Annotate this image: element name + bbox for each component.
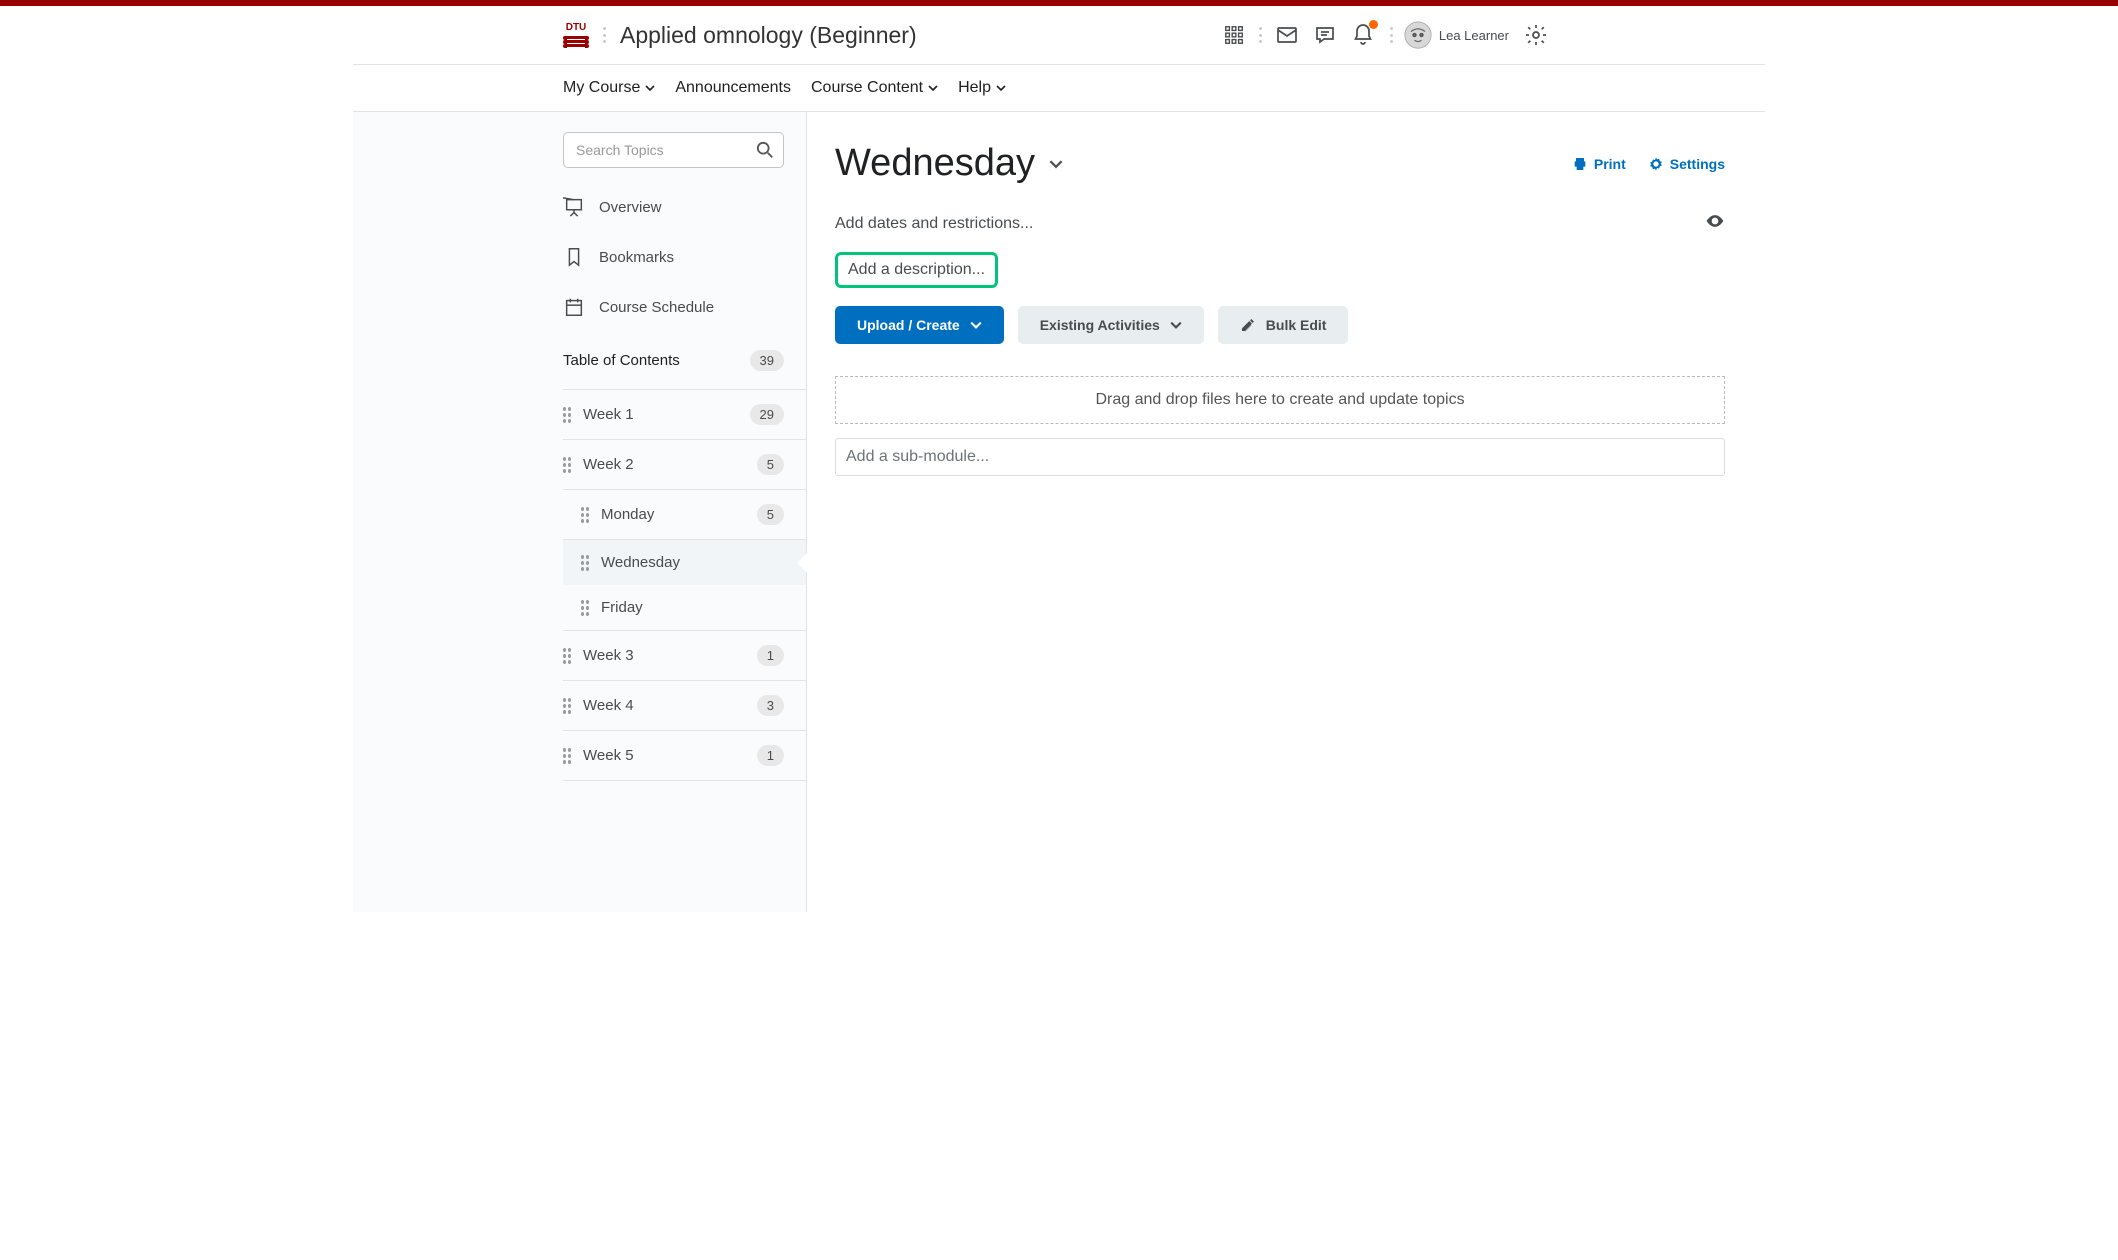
module-item[interactable]: Monday5 [563,490,806,540]
avatar-icon[interactable] [1401,16,1435,54]
bell-icon[interactable] [1344,16,1382,54]
drag-handle-icon[interactable] [581,507,589,523]
chevron-down-icon [645,83,655,93]
toc-header[interactable]: Table of Contents 39 [563,332,806,390]
drop-zone[interactable]: Drag and drop files here to create and u… [835,376,1725,424]
print-icon [1572,156,1588,172]
nav-announcements[interactable]: Announcements [675,79,791,97]
content-area: Wednesday Print Settings Add dates and r… [807,112,1765,912]
drag-handle-icon[interactable] [563,407,571,423]
chat-icon[interactable] [1306,16,1344,54]
gear-icon[interactable] [1517,16,1555,54]
module-item[interactable]: Wednesday [563,540,806,585]
bulk-edit-button[interactable]: Bulk Edit [1218,306,1349,344]
content-sidebar: Overview Bookmarks Course Schedule Table… [353,112,807,912]
settings-button[interactable]: Settings [1648,156,1725,172]
module-label: Week 2 [583,456,757,473]
drag-handle-icon[interactable] [563,457,571,473]
sidebar-label: Course Schedule [599,299,714,316]
calendar-icon [563,296,585,318]
nav-help[interactable]: Help [958,79,1006,97]
drag-handle-icon[interactable] [563,748,571,764]
chevron-down-icon[interactable] [1049,157,1063,171]
module-label: Wednesday [601,554,784,571]
mail-icon[interactable] [1268,16,1306,54]
button-label: Upload / Create [857,317,960,333]
print-label: Print [1594,156,1626,172]
presentation-icon [563,196,585,218]
nav-label: Course Content [811,79,923,97]
module-item[interactable]: Week 51 [563,731,806,781]
module-item[interactable]: Week 129 [563,390,806,440]
count-badge: 1 [757,745,784,766]
nav-label: My Course [563,79,640,97]
existing-activities-button[interactable]: Existing Activities [1018,306,1204,344]
module-label: Week 4 [583,697,757,714]
sidebar-bookmarks[interactable]: Bookmarks [563,232,806,282]
toc-title: Table of Contents [563,352,680,369]
sidebar-label: Bookmarks [599,249,674,266]
nav-label: Help [958,79,991,97]
module-label: Friday [601,599,784,616]
add-description-button[interactable]: Add a description... [835,252,998,288]
dtu-logo[interactable]: DTU [563,17,589,53]
count-badge: 39 [750,350,784,371]
pencil-icon [1240,317,1256,333]
submodule-input[interactable] [835,438,1725,476]
drag-handle-icon[interactable] [581,555,589,571]
module-label: Week 3 [583,647,757,664]
button-label: Bulk Edit [1266,317,1327,333]
notification-dot-icon [1369,20,1378,29]
chevron-down-icon [970,319,982,331]
module-label: Week 1 [583,406,750,423]
nav-my-course[interactable]: My Course [563,79,655,97]
drag-handle-icon[interactable] [563,698,571,714]
page-title[interactable]: Wednesday [835,142,1035,185]
chevron-down-icon [928,83,938,93]
logo-text: DTU [566,22,587,33]
button-label: Existing Activities [1040,317,1160,333]
module-item[interactable]: Week 31 [563,631,806,681]
nav-label: Announcements [675,79,791,97]
chevron-down-icon [1170,319,1182,331]
module-item[interactable]: Week 43 [563,681,806,731]
global-header: DTU Applied omnology (Beginner) Lea Lear… [353,6,1765,65]
vertical-dots-icon [1259,27,1262,43]
upload-create-button[interactable]: Upload / Create [835,306,1004,344]
module-item[interactable]: Friday [563,585,806,631]
nav-course-content[interactable]: Course Content [811,79,938,97]
vertical-dots-icon [1390,27,1393,43]
course-nav: My Course Announcements Course Content H… [353,65,1765,112]
settings-label: Settings [1670,156,1725,172]
eye-icon[interactable] [1705,211,1725,236]
module-label: Week 5 [583,747,757,764]
print-button[interactable]: Print [1572,156,1626,172]
sidebar-overview[interactable]: Overview [563,182,806,232]
bookmark-icon [563,246,585,268]
module-item[interactable]: Week 25 [563,440,806,490]
count-badge: 1 [757,645,784,666]
vertical-dots-icon [603,27,606,43]
module-label: Monday [601,506,757,523]
chevron-down-icon [996,83,1006,93]
count-badge: 5 [757,454,784,475]
search-icon[interactable] [756,141,774,164]
add-dates-link[interactable]: Add dates and restrictions... [835,215,1033,233]
search-input[interactable] [563,132,784,168]
drag-handle-icon[interactable] [581,600,589,616]
apps-grid-icon[interactable] [1215,16,1253,54]
count-badge: 5 [757,504,784,525]
sidebar-label: Overview [599,199,662,216]
count-badge: 3 [757,695,784,716]
user-name[interactable]: Lea Learner [1439,28,1509,43]
gear-icon [1648,156,1664,172]
course-title[interactable]: Applied omnology (Beginner) [620,22,917,49]
sidebar-schedule[interactable]: Course Schedule [563,282,806,332]
drag-handle-icon[interactable] [563,648,571,664]
count-badge: 29 [750,404,784,425]
